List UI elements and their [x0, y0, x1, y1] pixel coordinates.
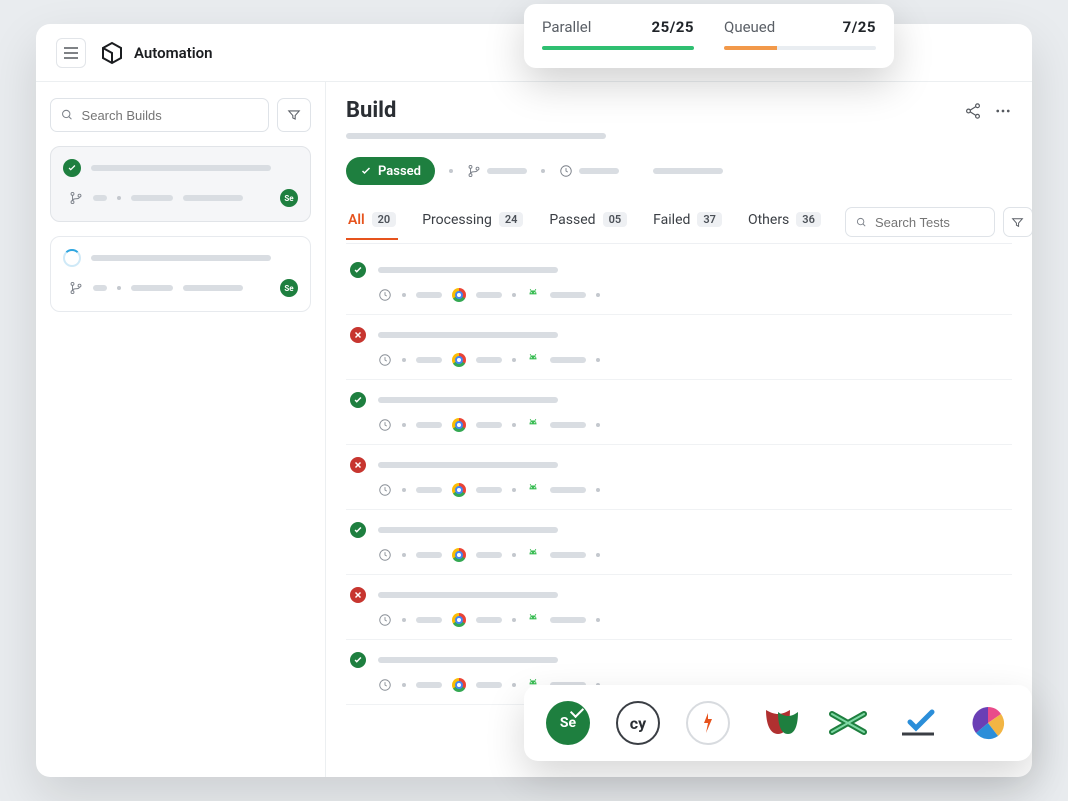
branch-meta — [467, 164, 527, 178]
selenium-icon[interactable]: Se — [546, 701, 590, 745]
app-title: Automation — [134, 44, 213, 62]
more-icon — [994, 102, 1012, 120]
test-row[interactable] — [346, 575, 1012, 640]
chrome-icon — [452, 483, 466, 497]
branch-icon — [69, 191, 83, 205]
test-row[interactable] — [346, 250, 1012, 315]
clock-icon — [378, 418, 392, 432]
test-row[interactable] — [346, 380, 1012, 445]
android-icon — [526, 353, 540, 367]
android-icon — [526, 418, 540, 432]
time-meta — [559, 164, 619, 178]
appium-icon[interactable] — [966, 701, 1010, 745]
logo-icon — [100, 41, 124, 65]
status-passed-icon — [63, 159, 81, 177]
chrome-icon — [452, 613, 466, 627]
build-card[interactable]: Se — [50, 236, 311, 312]
clock-icon — [378, 483, 392, 497]
check-icon — [360, 165, 372, 177]
chrome-icon — [452, 678, 466, 692]
chrome-icon — [452, 288, 466, 302]
stat-queued: Queued 7/25 — [724, 18, 876, 50]
stat-bar — [542, 46, 694, 50]
menu-button[interactable] — [56, 38, 86, 68]
test-row[interactable] — [346, 315, 1012, 380]
filter-tests-button[interactable] — [1003, 207, 1032, 237]
clock-icon — [378, 353, 392, 367]
status-pass-icon — [350, 392, 366, 408]
stat-bar — [724, 46, 876, 50]
android-icon — [526, 483, 540, 497]
selenium-chip-icon: Se — [280, 189, 298, 207]
playwright-icon[interactable] — [686, 701, 730, 745]
clock-icon — [559, 164, 573, 178]
logo: Automation — [100, 41, 213, 65]
tab-all[interactable]: All 20 — [346, 212, 398, 240]
share-button[interactable] — [964, 102, 982, 120]
clock-icon — [378, 548, 392, 562]
share-icon — [964, 102, 982, 120]
status-fail-icon — [350, 327, 366, 343]
test-row[interactable] — [346, 445, 1012, 510]
stats-card: Parallel 25/25 Queued 7/25 — [524, 4, 894, 68]
search-icon — [61, 108, 74, 122]
frameworks-tray: Se cy — [524, 685, 1032, 761]
clock-icon — [378, 613, 392, 627]
katalon-icon[interactable] — [896, 701, 940, 745]
selenium-chip-icon: Se — [280, 279, 298, 297]
page-title: Build — [346, 98, 396, 123]
clock-icon — [378, 678, 392, 692]
android-icon — [526, 613, 540, 627]
test-row[interactable] — [346, 510, 1012, 575]
status-pill: Passed — [346, 157, 435, 185]
android-icon — [526, 288, 540, 302]
status-pass-icon — [350, 522, 366, 538]
tabs: All 20 Processing 24 Passed 05 Failed 37 — [346, 207, 1012, 244]
count-badge: 20 — [372, 212, 397, 227]
clock-icon — [378, 288, 392, 302]
placeholder-text — [91, 165, 271, 171]
search-builds-input[interactable] — [50, 98, 269, 132]
chrome-icon — [452, 548, 466, 562]
status-pass-icon — [350, 262, 366, 278]
build-card[interactable]: Se — [50, 146, 311, 222]
app-window: Automation — [36, 24, 1032, 777]
chrome-icon — [452, 418, 466, 432]
status-pass-icon — [350, 652, 366, 668]
search-icon — [856, 216, 867, 229]
more-button[interactable] — [994, 102, 1012, 120]
android-icon — [526, 548, 540, 562]
placeholder-text — [346, 133, 606, 139]
filter-builds-button[interactable] — [277, 98, 311, 132]
test-list — [346, 250, 1012, 705]
tab-others[interactable]: Others 36 — [746, 212, 823, 240]
status-processing-icon — [63, 249, 81, 267]
filter-icon — [287, 108, 301, 122]
branch-icon — [467, 164, 481, 178]
tab-passed[interactable]: Passed 05 — [547, 212, 629, 240]
branch-icon — [69, 281, 83, 295]
hamburger-icon — [64, 47, 78, 59]
cypress-icon[interactable]: cy — [616, 701, 660, 745]
puppeteer-icon[interactable] — [756, 701, 800, 745]
status-fail-icon — [350, 587, 366, 603]
search-tests-input[interactable] — [845, 207, 995, 237]
filter-icon — [1011, 216, 1024, 229]
main-panel: Build Passed — [326, 82, 1032, 777]
tab-failed[interactable]: Failed 37 — [651, 212, 724, 240]
testcafe-icon[interactable] — [826, 701, 870, 745]
sidebar: Se — [36, 82, 326, 777]
status-fail-icon — [350, 457, 366, 473]
chrome-icon — [452, 353, 466, 367]
stat-parallel: Parallel 25/25 — [542, 18, 694, 50]
tab-processing[interactable]: Processing 24 — [420, 212, 525, 240]
